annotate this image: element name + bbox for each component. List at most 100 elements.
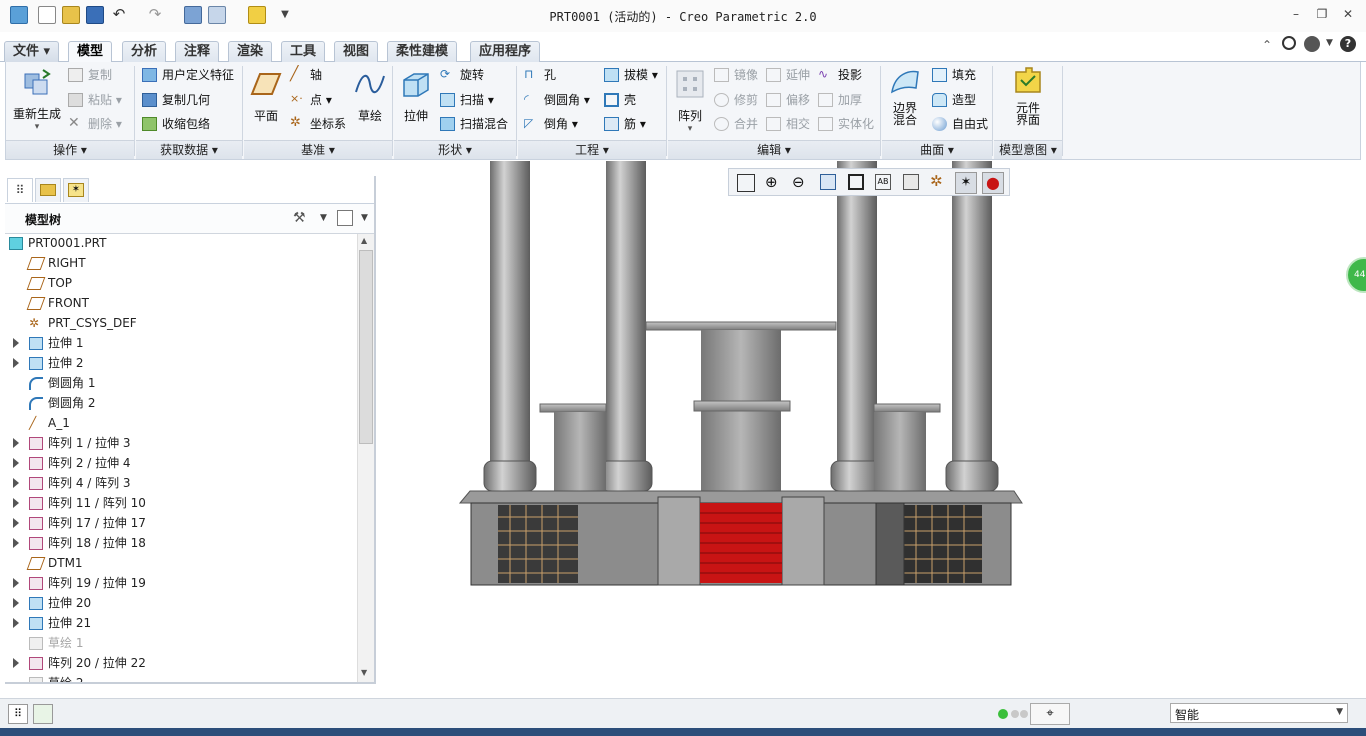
expand-arrow-icon[interactable] <box>13 438 19 448</box>
expand-arrow-icon[interactable] <box>13 618 19 628</box>
csys-button[interactable]: ✲ 坐标系 <box>288 114 346 134</box>
tree-item[interactable]: FRONT <box>5 294 355 314</box>
collapse-ribbon-icon[interactable]: ⌃ <box>1262 38 1272 52</box>
graphics-window[interactable]: ⊕ ⊖ AB ✲ ✶ ⬤ 44 <box>378 161 1366 696</box>
tab-file[interactable]: 文件 ▾ <box>4 41 60 62</box>
tree-item[interactable]: ╱ A_1 <box>5 414 355 434</box>
regenerate-button[interactable]: 重新生成 ▾ <box>10 66 64 132</box>
solidify-button[interactable]: 实体化 <box>816 114 874 134</box>
tree-settings-dropdown-icon[interactable]: ▼ <box>320 213 327 223</box>
minimize-icon[interactable]: – <box>1288 7 1304 23</box>
tree-scrollbar[interactable]: ▲ ▼ <box>357 234 374 682</box>
spin-center-icon[interactable]: ✶ <box>955 172 977 194</box>
tree-item[interactable]: TOP <box>5 274 355 294</box>
close-icon[interactable]: ✕ <box>1340 7 1356 23</box>
tree-item[interactable]: 倒圆角 1 <box>5 374 355 394</box>
extend-button[interactable]: 延伸 <box>764 65 810 85</box>
swept-blend-button[interactable]: 扫描混合 <box>438 114 508 134</box>
search-icon[interactable] <box>1282 36 1296 50</box>
refit-icon[interactable] <box>737 174 755 192</box>
tree-item[interactable]: 草绘 2 <box>5 674 355 682</box>
tree-item[interactable]: 阵列 18 / 拉伸 18 <box>5 534 355 554</box>
pattern-button[interactable]: 阵列 ▾ <box>672 68 708 134</box>
zoom-in-icon[interactable]: ⊕ <box>765 173 778 191</box>
tree-item[interactable]: 草绘 1 <box>5 634 355 654</box>
axis-button[interactable]: ╱ 轴 <box>288 65 322 85</box>
intersect-button[interactable]: 相交 <box>764 114 810 134</box>
tab-applications[interactable]: 应用程序 <box>470 41 541 62</box>
point-button[interactable]: ×· 点 ▾ <box>288 90 332 110</box>
tab-annotate[interactable]: 注释 <box>175 41 220 62</box>
tab-analysis[interactable]: 分析 <box>122 41 167 62</box>
saved-orientations-icon[interactable]: AB <box>875 174 891 190</box>
tree-item[interactable]: 阵列 4 / 阵列 3 <box>5 474 355 494</box>
expand-arrow-icon[interactable] <box>13 478 19 488</box>
annotation-display-icon[interactable]: ⬤ <box>982 172 1004 194</box>
plane-button[interactable]: 平面 <box>248 68 284 124</box>
expand-arrow-icon[interactable] <box>13 518 19 528</box>
rib-button[interactable]: 筋 ▾ <box>602 114 646 134</box>
help-icon[interactable]: ? <box>1340 36 1356 52</box>
expand-arrow-icon[interactable] <box>13 458 19 468</box>
offset-button[interactable]: 偏移 <box>764 90 810 110</box>
shell-button[interactable]: 壳 <box>602 90 636 110</box>
favorites-tab[interactable]: ✶ <box>63 178 89 202</box>
find-icon[interactable]: ⌖ <box>1030 703 1070 725</box>
repaint-icon[interactable] <box>820 174 836 190</box>
tab-flexible-modeling[interactable]: 柔性建模 <box>387 41 458 62</box>
tab-model[interactable]: 模型 <box>68 41 113 63</box>
tab-tools[interactable]: 工具 <box>281 41 326 62</box>
sketch-button[interactable]: 草绘 <box>352 68 388 124</box>
group-surfaces-footer[interactable]: 曲面 ▾ <box>882 140 992 159</box>
revolve-button[interactable]: ⟳ 旋转 <box>438 65 484 85</box>
delete-button[interactable]: ✕ 删除 ▾ <box>66 114 122 134</box>
boundary-blend-button[interactable]: 边界 混合 <box>884 66 926 126</box>
display-style-icon[interactable] <box>848 174 864 190</box>
thicken-button[interactable]: 加厚 <box>816 90 862 110</box>
hole-button[interactable]: ⊓ 孔 <box>522 65 556 85</box>
shrinkwrap-button[interactable]: 收缩包络 <box>140 114 210 134</box>
tree-item[interactable]: 阵列 17 / 拉伸 17 <box>5 514 355 534</box>
group-get-data-footer[interactable]: 获取数据 ▾ <box>136 140 242 159</box>
tree-item[interactable]: PRT0001.PRT <box>5 234 355 254</box>
group-engineering-footer[interactable]: 工程 ▾ <box>518 140 666 159</box>
expand-arrow-icon[interactable] <box>13 538 19 548</box>
tree-item[interactable]: 拉伸 20 <box>5 594 355 614</box>
tab-view[interactable]: 视图 <box>334 41 379 62</box>
copy-button[interactable]: 复制 <box>66 65 112 85</box>
tree-item[interactable]: 拉伸 21 <box>5 614 355 634</box>
tree-item[interactable]: 阵列 19 / 拉伸 19 <box>5 574 355 594</box>
community-icon[interactable] <box>1304 36 1320 52</box>
tree-item[interactable]: 阵列 2 / 拉伸 4 <box>5 454 355 474</box>
expand-arrow-icon[interactable] <box>13 598 19 608</box>
model-tree-tab[interactable]: ⠿ <box>7 178 33 202</box>
tree-item[interactable]: DTM1 <box>5 554 355 574</box>
expand-arrow-icon[interactable] <box>13 338 19 348</box>
mirror-button[interactable]: 镜像 <box>712 65 758 85</box>
view-manager-icon[interactable] <box>903 174 919 190</box>
expand-arrow-icon[interactable] <box>13 498 19 508</box>
merge-button[interactable]: 合并 <box>712 114 758 134</box>
tree-columns-icon[interactable] <box>337 210 353 226</box>
expand-arrow-icon[interactable] <box>13 658 19 668</box>
chamfer-button[interactable]: ◸ 倒角 ▾ <box>522 114 578 134</box>
datum-display-icon[interactable]: ✲ <box>930 172 943 190</box>
toggle-browser-icon[interactable] <box>33 704 53 724</box>
tree-item[interactable]: 拉伸 2 <box>5 354 355 374</box>
tree-item[interactable]: 阵列 11 / 阵列 10 <box>5 494 355 514</box>
tab-render[interactable]: 渲染 <box>228 41 273 62</box>
round-button[interactable]: ◜ 倒圆角 ▾ <box>522 90 590 110</box>
toggle-navigator-icon[interactable]: ⠿ <box>8 704 28 724</box>
sweep-button[interactable]: 扫描 ▾ <box>438 90 494 110</box>
extrude-button[interactable]: 拉伸 <box>398 68 434 124</box>
expand-arrow-icon[interactable] <box>13 578 19 588</box>
scroll-thumb[interactable] <box>359 250 373 444</box>
selection-filter[interactable]: 智能 ▼ <box>1170 703 1348 723</box>
community-dropdown-icon[interactable]: ▼ <box>1326 38 1333 48</box>
copy-geometry-button[interactable]: 复制几何 <box>140 90 210 110</box>
group-shapes-footer[interactable]: 形状 ▾ <box>394 140 516 159</box>
tree-item[interactable]: 倒圆角 2 <box>5 394 355 414</box>
zoom-out-icon[interactable]: ⊖ <box>792 173 805 191</box>
restore-icon[interactable]: ❐ <box>1314 7 1330 23</box>
tree-columns-dropdown-icon[interactable]: ▼ <box>361 213 368 223</box>
